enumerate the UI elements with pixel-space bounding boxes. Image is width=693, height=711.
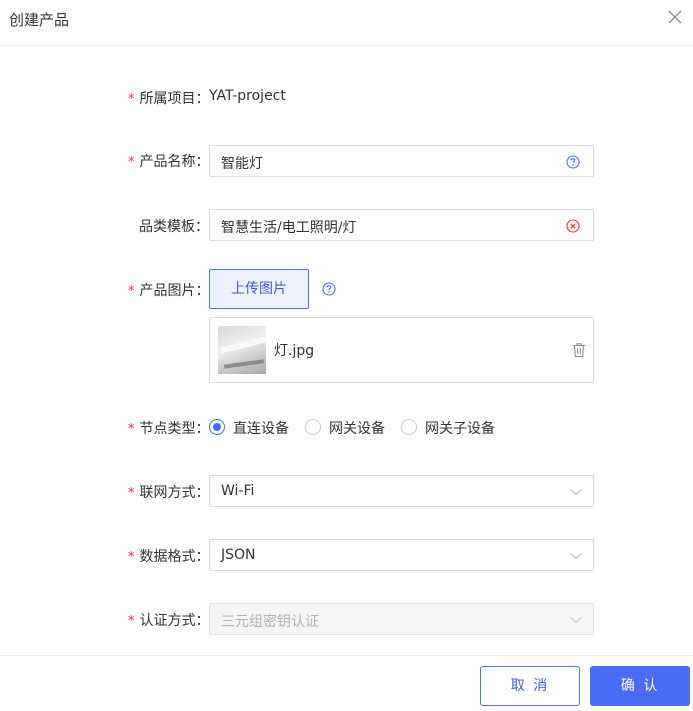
dialog-header: 创建产品	[0, 0, 693, 46]
category-template-value: 智慧生活/电工照明/灯	[221, 220, 357, 236]
network-label: * 联网方式：	[128, 485, 210, 501]
close-icon[interactable]	[666, 8, 684, 26]
auth-value: 三元组密钥认证	[221, 614, 319, 630]
upload-image-button[interactable]: 上传图片	[209, 269, 309, 309]
chevron-down-icon	[570, 489, 582, 496]
node-type-label: * 节点类型：	[128, 421, 210, 437]
chevron-down-icon	[570, 617, 582, 624]
confirm-button[interactable]: 确 认	[590, 666, 690, 706]
product-name-label: * 产品名称：	[128, 154, 210, 170]
data-format-label: * 数据格式：	[128, 549, 210, 565]
product-name-input[interactable]: 智能灯	[209, 145, 594, 177]
create-product-dialog: 创建产品 * 所属项目： YAT-project * 产品名称： 智能灯 品类模板：…	[0, 0, 693, 711]
data-format-select[interactable]: JSON	[209, 539, 594, 571]
radio-unchecked-icon	[305, 419, 321, 435]
radio-checked-icon	[209, 419, 225, 435]
product-image-label: * 产品图片：	[128, 283, 210, 299]
cancel-button[interactable]: 取 消	[480, 666, 580, 706]
project-value: YAT-project	[209, 88, 286, 104]
project-label: * 所属项目：	[128, 91, 210, 107]
network-value: Wi-Fi	[221, 483, 255, 499]
data-format-value: JSON	[221, 547, 256, 563]
uploaded-file-card: 灯.jpg	[209, 317, 594, 383]
trash-icon[interactable]	[572, 342, 586, 358]
chevron-down-icon	[570, 553, 582, 560]
auth-select: 三元组密钥认证	[209, 603, 594, 635]
radio-unchecked-icon	[401, 419, 417, 435]
network-select[interactable]: Wi-Fi	[209, 475, 594, 507]
file-name: 灯.jpg	[274, 343, 315, 359]
image-thumbnail[interactable]	[218, 326, 266, 374]
product-name-value: 智能灯	[221, 156, 263, 172]
help-circle-icon[interactable]	[566, 155, 580, 169]
category-template-label: 品类模板：	[139, 219, 209, 235]
dialog-title: 创建产品	[9, 11, 70, 29]
clear-circle-icon[interactable]	[566, 219, 580, 233]
help-circle-icon[interactable]	[322, 282, 336, 296]
auth-label: * 认证方式：	[128, 613, 210, 629]
category-template-select[interactable]: 智慧生活/电工照明/灯	[209, 209, 594, 241]
